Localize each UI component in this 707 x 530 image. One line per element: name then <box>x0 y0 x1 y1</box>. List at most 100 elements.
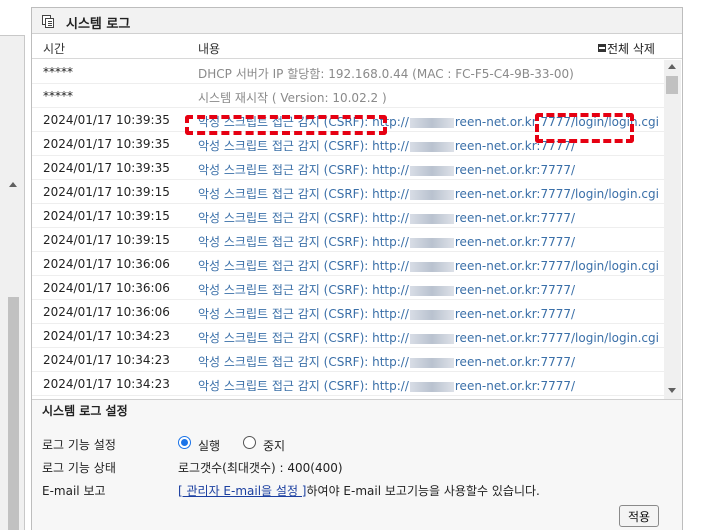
log-row: 2024/01/17 10:36:06 악성 스크립트 접근 감지 (CSRF):… <box>32 276 664 300</box>
scroll-thumb[interactable] <box>666 76 678 94</box>
delete-all-label: 전체 삭제 <box>607 42 655 56</box>
email-report-row: [ 관리자 E-mail을 설정 ]하여야 E-mail 보고기능을 사용할수 … <box>178 482 540 499</box>
log-time: 2024/01/17 10:39:35 <box>43 137 170 151</box>
log-time: 2024/01/17 10:36:06 <box>43 257 170 271</box>
radio-run-label: 실행 <box>198 439 221 453</box>
apply-button[interactable]: 적용 <box>619 505 659 527</box>
scroll-thumb[interactable] <box>8 297 19 530</box>
log-content: 악성 스크립트 접근 감지 (CSRF): http:// reen-net.or… <box>198 281 575 298</box>
redacted-hostname <box>409 189 454 200</box>
settings-title: 시스템 로그 설정 <box>42 404 128 418</box>
log-content-suffix: reen-net.or.kr:7777/ <box>454 235 576 249</box>
log-content-suffix: reen-net.or.kr:7777/ <box>454 355 576 369</box>
log-row: 2024/01/17 10:34:23 악성 스크립트 접근 감지 (CSRF):… <box>32 348 664 372</box>
log-settings-section: 시스템 로그 설정 로그 기능 설정 실행 중지 로그 기능 상태 로그갯수(최… <box>32 399 682 530</box>
log-content-prefix: 악성 스크립트 접근 감지 (CSRF): http:// <box>198 187 409 201</box>
log-content: DHCP 서버가 IP 할당함: 192.168.0.44 (MAC : FC-… <box>198 67 574 81</box>
log-content-prefix: 악성 스크립트 접근 감지 (CSRF): http:// <box>198 211 409 225</box>
log-row: 2024/01/17 10:39:15 악성 스크립트 접근 감지 (CSRF):… <box>32 228 664 252</box>
redacted-hostname <box>409 141 454 152</box>
log-time: ***** <box>43 89 73 103</box>
left-panel-edge <box>0 0 25 530</box>
log-content-suffix: reen-net.or.kr:7777/ <box>454 211 576 225</box>
scroll-up-arrow-icon[interactable] <box>668 64 676 69</box>
log-time: 2024/01/17 10:39:15 <box>43 185 170 199</box>
log-content: 악성 스크립트 접근 감지 (CSRF): http:// reen-net.or… <box>198 185 659 202</box>
log-content-prefix: 악성 스크립트 접근 감지 (CSRF): http:// <box>198 355 409 369</box>
delete-all-button[interactable]: 전체 삭제 <box>598 40 655 57</box>
log-row: 2024/01/17 10:34:23 악성 스크립트 접근 감지 (CSRF):… <box>32 372 664 396</box>
log-status-value: 로그갯수(최대갯수) : 400(400) <box>178 461 343 475</box>
log-content-suffix: reen-net.or.kr:7777/login/login.cgi <box>454 187 659 201</box>
log-time: 2024/01/17 10:39:35 <box>43 113 170 127</box>
log-time: 2024/01/17 10:39:15 <box>43 209 170 223</box>
log-row: 2024/01/17 10:39:35 악성 스크립트 접근 감지 (CSRF):… <box>32 156 664 180</box>
email-report-label: E-mail 보고 <box>42 484 106 498</box>
log-content: 악성 스크립트 접근 감지 (CSRF): http:// reen-net.or… <box>198 257 659 274</box>
function-setting-label: 로그 기능 설정 <box>42 438 116 452</box>
column-time: 시간 <box>43 42 66 56</box>
redacted-hostname <box>409 285 454 296</box>
log-content: 악성 스크립트 접근 감지 (CSRF): http:// reen-net.or… <box>198 329 659 346</box>
column-content: 내용 <box>198 42 221 56</box>
log-row: 2024/01/17 10:34:23 악성 스크립트 접근 감지 (CSRF):… <box>32 324 664 348</box>
redacted-hostname <box>409 381 454 392</box>
radio-stop[interactable] <box>243 436 256 449</box>
left-scrollbar[interactable] <box>7 177 20 530</box>
log-time: 2024/01/17 10:39:15 <box>43 233 170 247</box>
log-time: 2024/01/17 10:34:23 <box>43 377 170 391</box>
log-content-suffix: reen-net.or.kr:7777/ <box>454 379 576 393</box>
log-row: 2024/01/17 10:36:06 악성 스크립트 접근 감지 (CSRF):… <box>32 300 664 324</box>
minus-icon <box>598 44 606 52</box>
log-content: 악성 스크립트 접근 감지 (CSRF): http:// reen-net.or… <box>198 161 575 178</box>
log-window-icon <box>42 15 55 28</box>
left-panel-header <box>0 0 25 36</box>
email-report-note: 하여야 E-mail 보고기능을 사용할수 있습니다. <box>306 484 540 498</box>
scroll-down-arrow-icon[interactable] <box>668 388 676 393</box>
log-row: 2024/01/17 10:36:06 악성 스크립트 접근 감지 (CSRF):… <box>32 252 664 276</box>
log-content-suffix: reen-net.or.kr:7777/ <box>454 163 576 177</box>
log-content-prefix: 악성 스크립트 접근 감지 (CSRF): http:// <box>198 163 409 177</box>
log-row: 2024/01/17 10:39:15 악성 스크립트 접근 감지 (CSRF):… <box>32 180 664 204</box>
function-status-label: 로그 기능 상태 <box>42 461 116 475</box>
log-content-prefix: 악성 스크립트 접근 감지 (CSRF): http:// <box>198 307 409 321</box>
log-content-prefix: 악성 스크립트 접근 감지 (CSRF): http:// <box>198 283 409 297</box>
redacted-hostname <box>409 213 454 224</box>
log-row: ***** 시스템 재시작 ( Version: 10.02.2 ) <box>32 84 664 108</box>
log-content: 악성 스크립트 접근 감지 (CSRF): http:// reen-net.or… <box>198 377 575 394</box>
panel-header: 시스템 로그 <box>32 8 682 34</box>
log-content-prefix: 악성 스크립트 접근 감지 (CSRF): http:// <box>198 139 409 153</box>
log-content-suffix: reen-net.or.kr:7777/login/login.cgi <box>454 259 659 273</box>
log-content-suffix: reen-net.or.kr:7777/ <box>454 307 576 321</box>
redacted-hostname <box>409 117 454 128</box>
radio-stop-label: 중지 <box>263 439 286 453</box>
redacted-hostname <box>409 165 454 176</box>
log-content: 악성 스크립트 접근 감지 (CSRF): http:// reen-net.or… <box>198 233 575 250</box>
log-scrollbar[interactable] <box>664 60 681 399</box>
redacted-hostname <box>409 237 454 248</box>
log-list[interactable]: ***** DHCP 서버가 IP 할당함: 192.168.0.44 (MAC … <box>32 60 682 399</box>
admin-email-setting-link[interactable]: [ 관리자 E-mail을 설정 ] <box>178 484 307 498</box>
log-content-suffix: reen-net.or.kr:7777/ <box>454 283 576 297</box>
redacted-hostname <box>409 333 454 344</box>
log-time: 2024/01/17 10:39:35 <box>43 161 170 175</box>
system-log-panel: 시스템 로그 시간 내용 전체 삭제 ***** DHCP 서버가 IP 할당함:… <box>31 7 683 530</box>
highlight-csrf-label <box>185 115 387 135</box>
highlight-login-path <box>535 113 634 143</box>
redacted-hostname <box>409 357 454 368</box>
radio-run[interactable] <box>178 436 191 449</box>
log-time: 2024/01/17 10:36:06 <box>43 305 170 319</box>
log-time: 2024/01/17 10:36:06 <box>43 281 170 295</box>
log-content-prefix: 악성 스크립트 접근 감지 (CSRF): http:// <box>198 259 409 273</box>
log-time: 2024/01/17 10:34:23 <box>43 329 170 343</box>
log-content: 악성 스크립트 접근 감지 (CSRF): http:// reen-net.or… <box>198 209 575 226</box>
redacted-hostname <box>409 261 454 272</box>
scroll-up-arrow-icon[interactable] <box>9 182 17 187</box>
redacted-hostname <box>409 309 454 320</box>
log-time: ***** <box>43 65 73 79</box>
log-content: 악성 스크립트 접근 감지 (CSRF): http:// reen-net.or… <box>198 305 575 322</box>
log-content-prefix: 악성 스크립트 접근 감지 (CSRF): http:// <box>198 379 409 393</box>
log-content-prefix: 악성 스크립트 접근 감지 (CSRF): http:// <box>198 331 409 345</box>
log-content: 악성 스크립트 접근 감지 (CSRF): http:// reen-net.or… <box>198 353 575 370</box>
log-time: 2024/01/17 10:34:23 <box>43 353 170 367</box>
